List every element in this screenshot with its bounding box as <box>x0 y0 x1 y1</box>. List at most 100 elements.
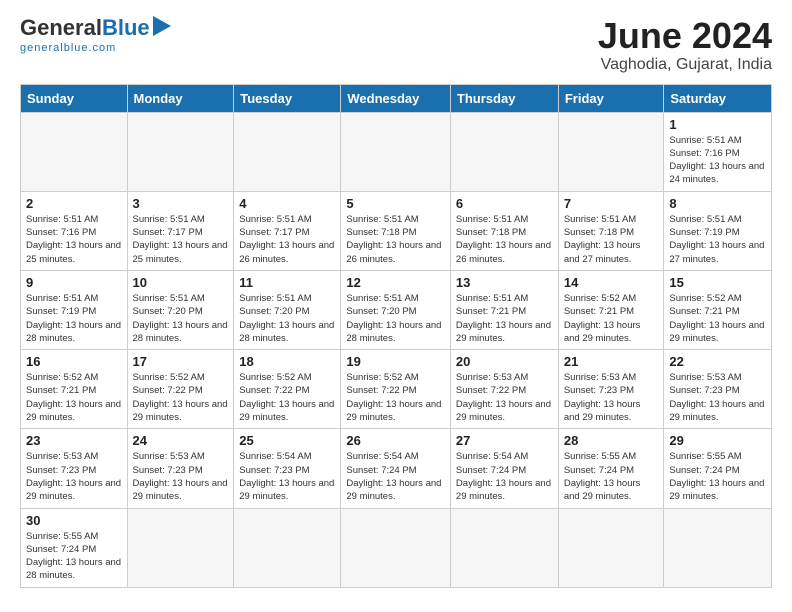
calendar-week-row: 9Sunrise: 5:51 AM Sunset: 7:19 PM Daylig… <box>21 270 772 349</box>
day-number: 5 <box>346 196 445 211</box>
day-info: Sunrise: 5:54 AM Sunset: 7:23 PM Dayligh… <box>239 450 335 503</box>
calendar-cell: 29 Sunrise: 5:55 AM Sunset: 7:24 PM Dayli… <box>664 429 772 508</box>
day-number: 6 <box>456 196 553 211</box>
day-info: Sunrise: 5:54 AM Sunset: 7:24 PM Dayligh… <box>456 450 553 503</box>
weekday-header-tuesday: Tuesday <box>234 84 341 112</box>
logo-general: General <box>20 17 102 39</box>
calendar-cell: 19Sunrise: 5:52 AM Sunset: 7:22 PM Dayli… <box>341 350 451 429</box>
day-info: Sunrise: 5:51 AM Sunset: 7:19 PM Dayligh… <box>669 213 766 266</box>
day-info: Sunrise: 5:53 AM Sunset: 7:23 PM Dayligh… <box>564 371 659 424</box>
calendar-cell: 11Sunrise: 5:51 AM Sunset: 7:20 PM Dayli… <box>234 270 341 349</box>
calendar-cell: 12Sunrise: 5:51 AM Sunset: 7:20 PM Dayli… <box>341 270 451 349</box>
day-info: Sunrise: 5:51 AM Sunset: 7:20 PM Dayligh… <box>133 292 229 345</box>
day-number: 29 <box>669 433 766 448</box>
day-info: Sunrise: 5:52 AM Sunset: 7:22 PM Dayligh… <box>133 371 229 424</box>
weekday-header-saturday: Saturday <box>664 84 772 112</box>
calendar-cell: 7 Sunrise: 5:51 AM Sunset: 7:18 PM Daylig… <box>558 191 664 270</box>
day-info: Sunrise: 5:53 AM Sunset: 7:23 PM Dayligh… <box>26 450 122 503</box>
day-number: 10 <box>133 275 229 290</box>
calendar-cell <box>21 112 128 191</box>
day-number: 24 <box>133 433 229 448</box>
day-info: Sunrise: 5:53 AM Sunset: 7:22 PM Dayligh… <box>456 371 553 424</box>
calendar-cell: 23Sunrise: 5:53 AM Sunset: 7:23 PM Dayli… <box>21 429 128 508</box>
day-info: Sunrise: 5:52 AM Sunset: 7:21 PM Dayligh… <box>26 371 122 424</box>
logo-subtitle: generalblue.com <box>20 42 116 54</box>
calendar-cell: 15 Sunrise: 5:52 AM Sunset: 7:21 PM Dayli… <box>664 270 772 349</box>
calendar-cell: 13Sunrise: 5:51 AM Sunset: 7:21 PM Dayli… <box>450 270 558 349</box>
weekday-header-wednesday: Wednesday <box>341 84 451 112</box>
calendar-cell <box>558 112 664 191</box>
calendar-cell <box>450 112 558 191</box>
calendar-week-row: 30 Sunrise: 5:55 AM Sunset: 7:24 PM Dayli… <box>21 508 772 587</box>
calendar-cell: 26Sunrise: 5:54 AM Sunset: 7:24 PM Dayli… <box>341 429 451 508</box>
calendar-cell: 2Sunrise: 5:51 AM Sunset: 7:16 PM Daylig… <box>21 191 128 270</box>
calendar-cell: 22Sunrise: 5:53 AM Sunset: 7:23 PM Dayli… <box>664 350 772 429</box>
day-number: 7 <box>564 196 659 211</box>
day-number: 1 <box>669 117 766 132</box>
day-number: 22 <box>669 354 766 369</box>
day-number: 28 <box>564 433 659 448</box>
day-info: Sunrise: 5:51 AM Sunset: 7:18 PM Dayligh… <box>564 213 659 266</box>
calendar-cell: 20Sunrise: 5:53 AM Sunset: 7:22 PM Dayli… <box>450 350 558 429</box>
title-area: June 2024 Vaghodia, Gujarat, India <box>598 16 772 74</box>
day-info: Sunrise: 5:51 AM Sunset: 7:18 PM Dayligh… <box>456 213 553 266</box>
calendar-cell: 6 Sunrise: 5:51 AM Sunset: 7:18 PM Daylig… <box>450 191 558 270</box>
day-number: 2 <box>26 196 122 211</box>
day-number: 16 <box>26 354 122 369</box>
calendar-title: June 2024 <box>598 16 772 56</box>
calendar-cell: 14 Sunrise: 5:52 AM Sunset: 7:21 PM Dayli… <box>558 270 664 349</box>
day-info: Sunrise: 5:55 AM Sunset: 7:24 PM Dayligh… <box>564 450 659 503</box>
day-info: Sunrise: 5:51 AM Sunset: 7:16 PM Dayligh… <box>669 134 766 187</box>
calendar-subtitle: Vaghodia, Gujarat, India <box>598 56 772 74</box>
day-info: Sunrise: 5:52 AM Sunset: 7:22 PM Dayligh… <box>239 371 335 424</box>
day-number: 9 <box>26 275 122 290</box>
calendar-cell <box>341 508 451 587</box>
day-number: 25 <box>239 433 335 448</box>
logo-text: General Blue <box>20 16 171 40</box>
page: General Blue generalblue.com June 2024 V… <box>0 0 792 604</box>
calendar-cell <box>234 112 341 191</box>
day-info: Sunrise: 5:55 AM Sunset: 7:24 PM Dayligh… <box>669 450 766 503</box>
day-info: Sunrise: 5:52 AM Sunset: 7:21 PM Dayligh… <box>564 292 659 345</box>
calendar-cell: 17 Sunrise: 5:52 AM Sunset: 7:22 PM Dayli… <box>127 350 234 429</box>
logo-icon <box>153 16 171 40</box>
calendar-cell <box>450 508 558 587</box>
calendar-cell: 24Sunrise: 5:53 AM Sunset: 7:23 PM Dayli… <box>127 429 234 508</box>
calendar-cell <box>127 508 234 587</box>
weekday-header-thursday: Thursday <box>450 84 558 112</box>
calendar-cell <box>127 112 234 191</box>
day-info: Sunrise: 5:52 AM Sunset: 7:22 PM Dayligh… <box>346 371 445 424</box>
weekday-header-row: SundayMondayTuesdayWednesdayThursdayFrid… <box>21 84 772 112</box>
calendar-cell: 1 Sunrise: 5:51 AM Sunset: 7:16 PM Daylig… <box>664 112 772 191</box>
header: General Blue generalblue.com June 2024 V… <box>20 16 772 74</box>
calendar-cell: 18 Sunrise: 5:52 AM Sunset: 7:22 PM Dayli… <box>234 350 341 429</box>
logo-blue: Blue <box>102 17 150 39</box>
weekday-header-sunday: Sunday <box>21 84 128 112</box>
day-number: 27 <box>456 433 553 448</box>
day-number: 17 <box>133 354 229 369</box>
calendar-week-row: 16 Sunrise: 5:52 AM Sunset: 7:21 PM Dayli… <box>21 350 772 429</box>
calendar-week-row: 2Sunrise: 5:51 AM Sunset: 7:16 PM Daylig… <box>21 191 772 270</box>
calendar-cell: 5Sunrise: 5:51 AM Sunset: 7:18 PM Daylig… <box>341 191 451 270</box>
calendar-week-row: 1 Sunrise: 5:51 AM Sunset: 7:16 PM Daylig… <box>21 112 772 191</box>
day-number: 12 <box>346 275 445 290</box>
day-number: 15 <box>669 275 766 290</box>
day-number: 8 <box>669 196 766 211</box>
day-info: Sunrise: 5:55 AM Sunset: 7:24 PM Dayligh… <box>26 530 122 583</box>
calendar-cell: 25 Sunrise: 5:54 AM Sunset: 7:23 PM Dayli… <box>234 429 341 508</box>
calendar-week-row: 23Sunrise: 5:53 AM Sunset: 7:23 PM Dayli… <box>21 429 772 508</box>
calendar-cell: 9Sunrise: 5:51 AM Sunset: 7:19 PM Daylig… <box>21 270 128 349</box>
day-number: 18 <box>239 354 335 369</box>
day-info: Sunrise: 5:52 AM Sunset: 7:21 PM Dayligh… <box>669 292 766 345</box>
calendar-table: SundayMondayTuesdayWednesdayThursdayFrid… <box>20 84 772 588</box>
day-info: Sunrise: 5:51 AM Sunset: 7:17 PM Dayligh… <box>133 213 229 266</box>
calendar-cell <box>664 508 772 587</box>
day-number: 26 <box>346 433 445 448</box>
calendar-cell: 28 Sunrise: 5:55 AM Sunset: 7:24 PM Dayli… <box>558 429 664 508</box>
day-number: 3 <box>133 196 229 211</box>
day-number: 14 <box>564 275 659 290</box>
calendar-cell: 10 Sunrise: 5:51 AM Sunset: 7:20 PM Dayli… <box>127 270 234 349</box>
day-number: 30 <box>26 513 122 528</box>
calendar-cell: 3 Sunrise: 5:51 AM Sunset: 7:17 PM Daylig… <box>127 191 234 270</box>
calendar-cell <box>341 112 451 191</box>
